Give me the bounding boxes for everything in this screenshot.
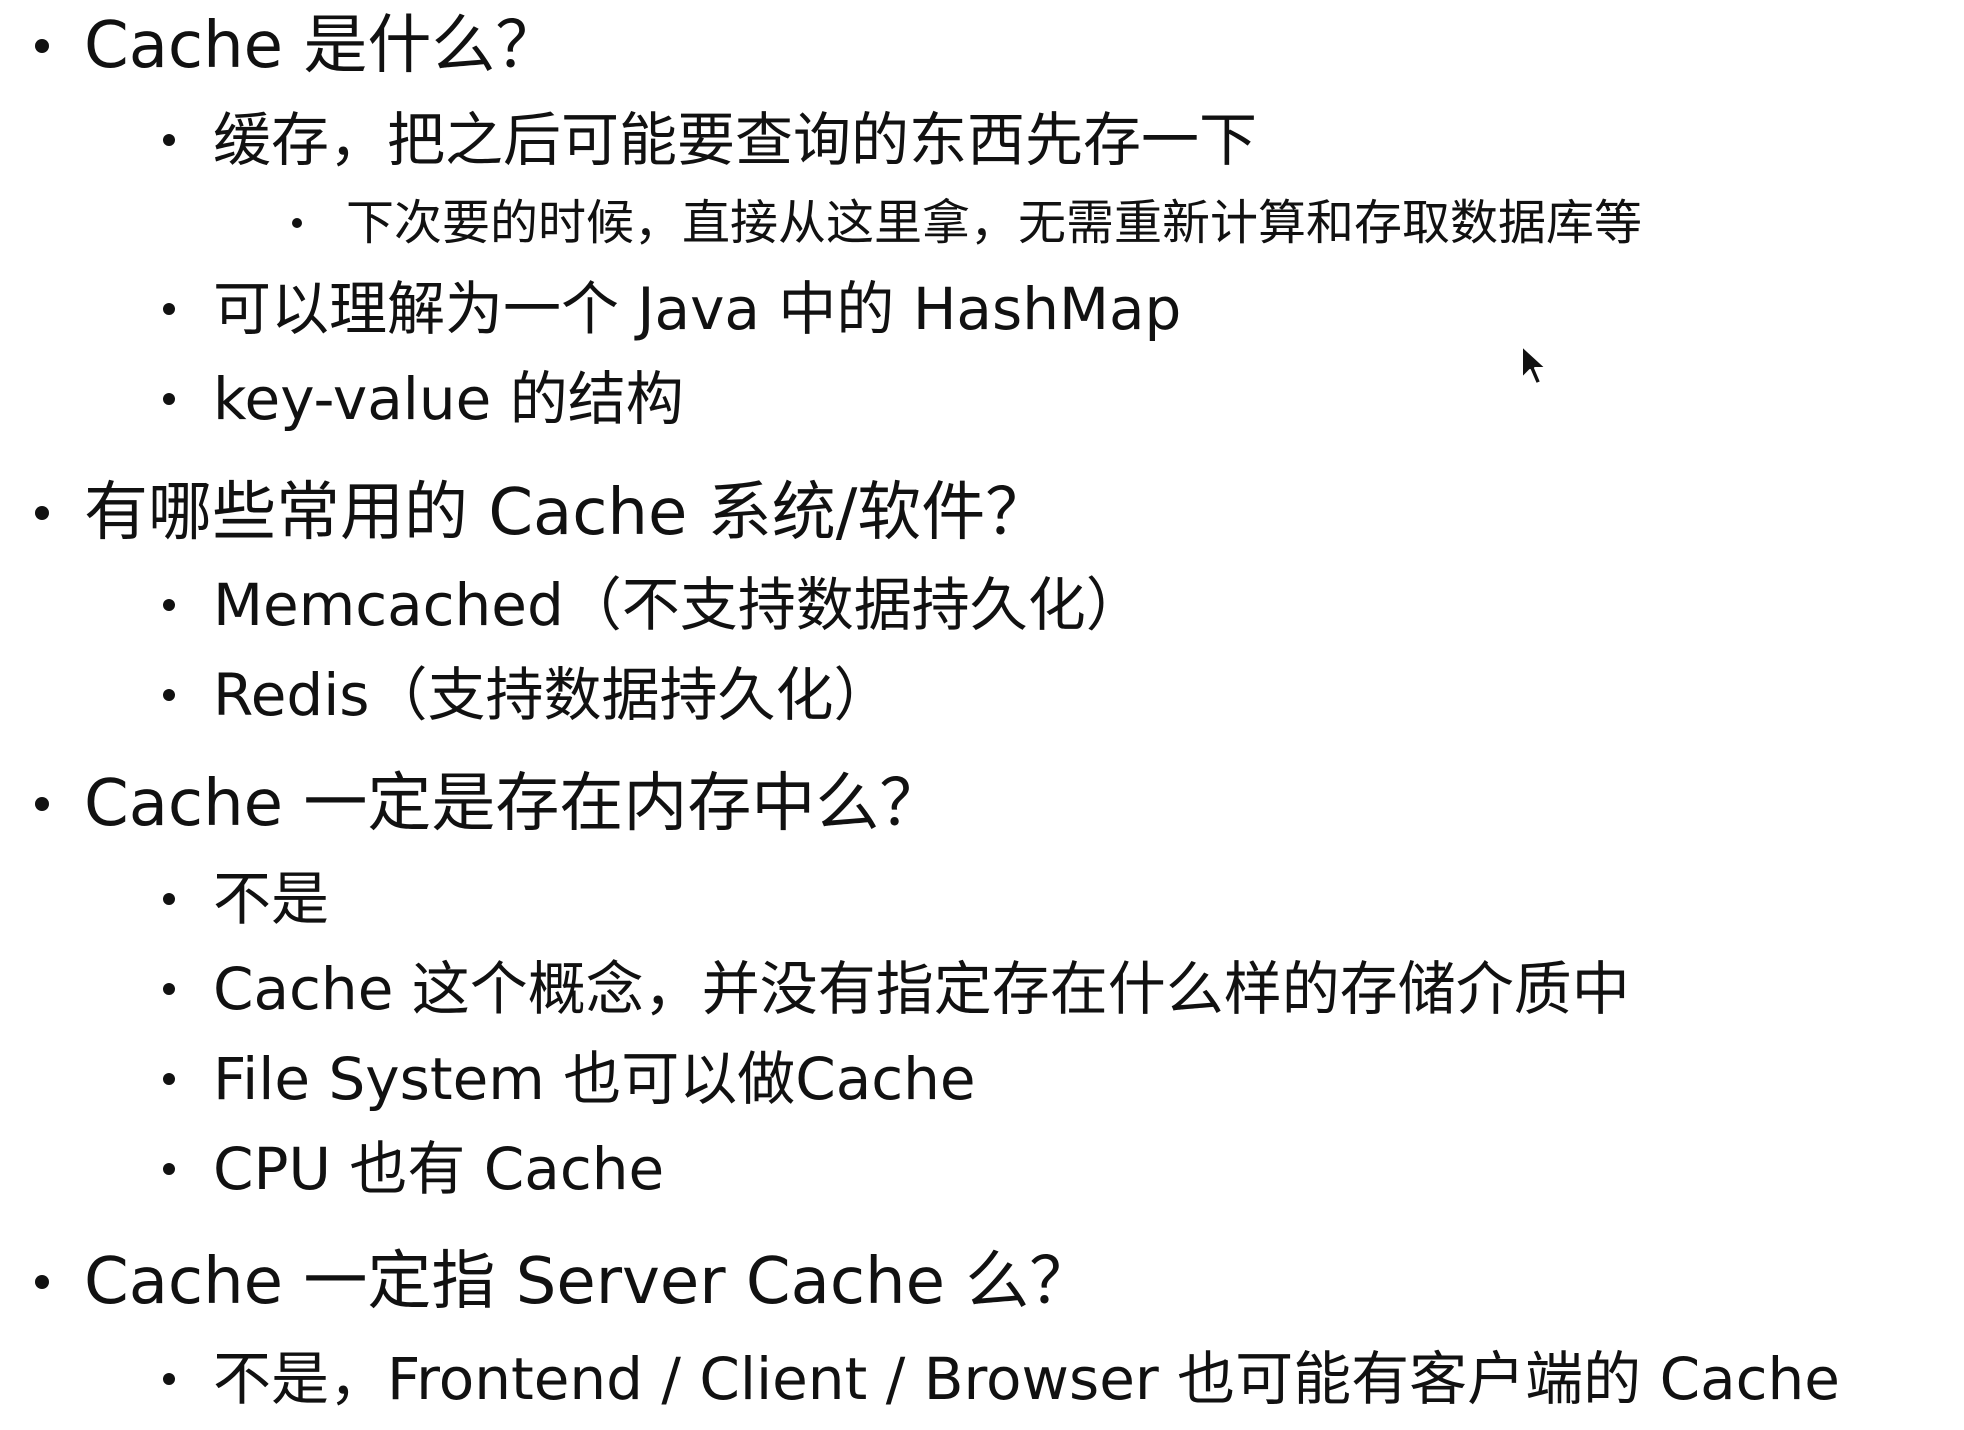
list-item: CPU 也有 Cache — [213, 1135, 665, 1203]
bullet-icon — [163, 1163, 175, 1175]
list-item: key-value 的结构 — [213, 365, 684, 433]
list-item: Cache 这个概念，并没有指定存在什么样的存储介质中 — [213, 955, 1630, 1023]
list-item: 不是 — [213, 865, 330, 933]
list-item: 可以理解为一个 Java 中的 HashMap — [213, 275, 1182, 343]
bullet-icon — [35, 39, 49, 53]
bullet-icon — [163, 1373, 175, 1385]
bullet-icon — [292, 218, 302, 228]
list-item: 不是，Frontend / Client / Browser 也可能有客户端的 … — [213, 1345, 1840, 1413]
section-question: Cache 一定是存在内存中么？ — [84, 767, 944, 841]
list-item: Memcached（不支持数据持久化） — [213, 571, 1144, 639]
list-item: 缓存，把之后可能要查询的东西先存一下 — [213, 106, 1258, 174]
slide: Cache 是什么？ 缓存，把之后可能要查询的东西先存一下 下次要的时候，直接从… — [0, 0, 1964, 1430]
bullet-icon — [163, 1073, 175, 1085]
list-item: File System 也可以做Cache — [213, 1045, 976, 1113]
bullet-icon — [163, 393, 175, 405]
bullet-icon — [163, 689, 175, 701]
list-item: Redis（支持数据持久化） — [213, 661, 892, 729]
bullet-icon — [163, 893, 175, 905]
section-question: Cache 是什么？ — [84, 9, 560, 83]
bullet-icon — [163, 983, 175, 995]
sub-list-item: 下次要的时候，直接从这里拿，无需重新计算和存取数据库等 — [346, 195, 1643, 251]
section-question: 有哪些常用的 Cache 系统/软件？ — [84, 476, 1050, 550]
bullet-icon — [163, 303, 175, 315]
bullet-icon — [35, 1275, 49, 1289]
mouse-pointer-icon — [1521, 345, 1547, 385]
bullet-icon — [35, 797, 49, 811]
bullet-icon — [163, 134, 175, 146]
bullet-icon — [163, 599, 175, 611]
bullet-icon — [35, 506, 49, 520]
section-question: Cache 一定指 Server Cache 么？ — [84, 1245, 1094, 1319]
